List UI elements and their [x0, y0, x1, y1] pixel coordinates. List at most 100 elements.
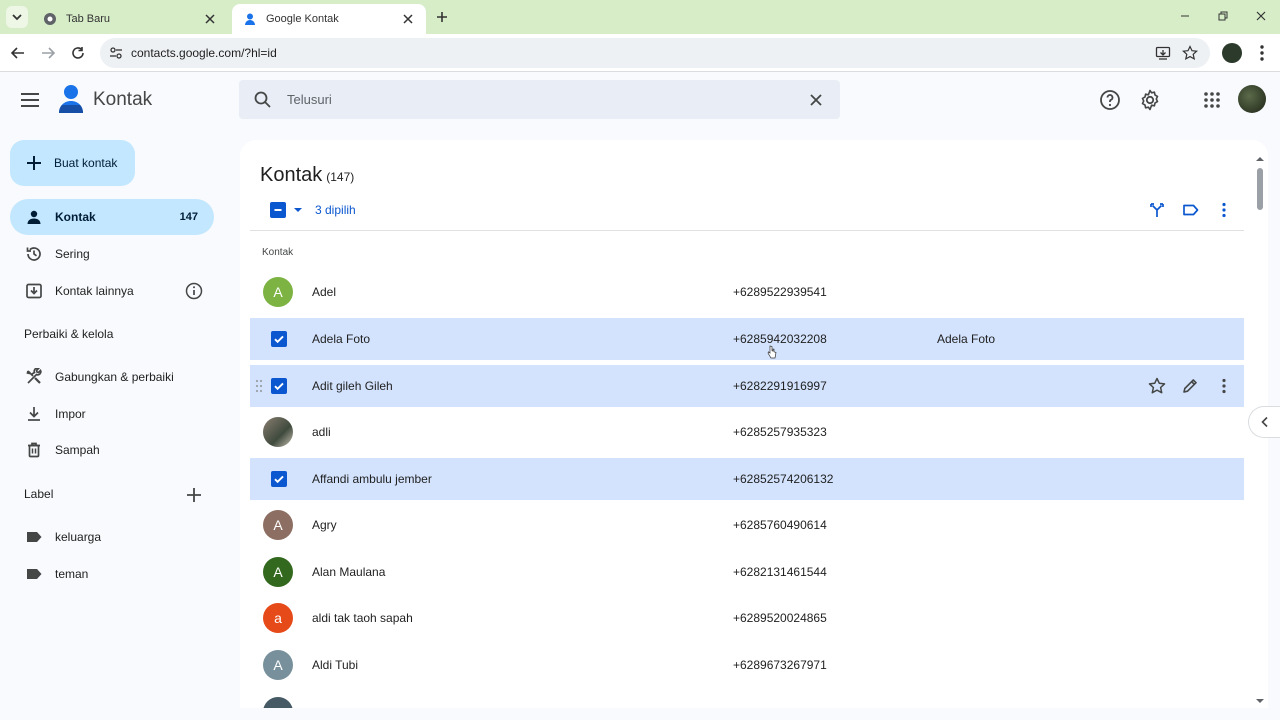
sidebar-item-label: Kontak	[55, 210, 96, 224]
contact-phone: +6285257935323	[733, 425, 827, 439]
close-tab-icon[interactable]	[400, 11, 416, 27]
help-icon[interactable]	[1098, 88, 1122, 112]
minimize-button[interactable]	[1175, 6, 1195, 26]
settings-gear-icon[interactable]	[1138, 88, 1162, 112]
person-icon	[24, 207, 44, 227]
sidebar-item-import[interactable]: Impor	[10, 396, 214, 432]
contacts-logo-icon	[59, 85, 83, 113]
search-icon[interactable]	[253, 90, 273, 110]
row-checkbox[interactable]	[271, 331, 287, 347]
sidebar-item-contacts[interactable]: Kontak 147	[10, 199, 214, 235]
site-settings-icon[interactable]	[108, 45, 124, 61]
label-icon	[24, 564, 44, 584]
sidebar-item-label-keluarga[interactable]: keluarga	[10, 519, 214, 555]
search-bar[interactable]	[239, 80, 840, 119]
contact-company: Adela Foto	[937, 332, 996, 346]
check-icon	[274, 382, 284, 391]
scroll-down-arrow-icon[interactable]	[1255, 696, 1265, 706]
new-tab-button[interactable]	[432, 7, 452, 27]
contact-row[interactable]: A Agry +6285760490614	[250, 504, 1244, 546]
scrollbar-thumb[interactable]	[1257, 168, 1263, 210]
browser-profile-avatar[interactable]	[1222, 43, 1242, 63]
drag-handle-icon[interactable]	[255, 379, 263, 393]
sidebar-item-trash[interactable]: Sampah	[10, 432, 214, 468]
contact-name: Alan Maulana	[312, 565, 386, 579]
star-icon[interactable]	[1147, 376, 1167, 396]
chevron-left-icon	[1260, 416, 1268, 428]
contact-avatar: A	[263, 510, 293, 540]
scroll-up-arrow-icon[interactable]	[1255, 154, 1265, 164]
contact-avatar: A	[263, 650, 293, 680]
selection-dropdown-icon[interactable]	[291, 203, 305, 217]
contact-row[interactable]: A Adel +6289522939541	[250, 271, 1244, 313]
address-bar[interactable]: contacts.google.com/?hl=id	[100, 38, 1210, 68]
check-icon	[274, 335, 284, 344]
contact-row-partial[interactable]	[250, 691, 1244, 708]
page-title-text: Kontak	[260, 164, 323, 186]
back-button[interactable]	[8, 43, 28, 63]
close-tab-icon[interactable]	[202, 11, 218, 27]
contact-name: Adel	[312, 285, 337, 299]
info-icon[interactable]	[184, 281, 204, 301]
more-vert-icon[interactable]	[1214, 200, 1234, 220]
row-checkbox[interactable]	[271, 471, 287, 487]
bookmark-star-icon[interactable]	[1182, 45, 1198, 61]
restore-icon	[1218, 11, 1228, 21]
browser-toolbar: contacts.google.com/?hl=id	[0, 34, 1280, 72]
plus-icon	[437, 12, 447, 22]
forward-button[interactable]	[38, 43, 58, 63]
url-text: contacts.google.com/?hl=id	[131, 46, 277, 60]
manage-labels-icon[interactable]	[1181, 200, 1201, 220]
reload-icon	[72, 47, 84, 59]
contact-row[interactable]: Affandi ambulu jember +62852574206132	[250, 458, 1244, 500]
contact-avatar: a	[263, 603, 293, 633]
apps-grid-icon[interactable]	[1200, 88, 1224, 112]
contact-row[interactable]: a aldi tak taoh sapah +6289520024865	[250, 597, 1244, 639]
clear-search-icon[interactable]	[806, 90, 826, 110]
chevron-down-icon	[12, 14, 22, 21]
select-all-checkbox[interactable]	[270, 202, 286, 218]
sidebar-item-merge-fix[interactable]: Gabungkan & perbaiki	[10, 359, 214, 395]
browser-tab-new[interactable]: Tab Baru	[32, 4, 228, 34]
contacts-total-count: (147)	[326, 170, 355, 184]
more-vert-icon[interactable]	[1214, 376, 1234, 396]
browser-tab-contacts[interactable]: Google Kontak	[232, 4, 426, 34]
hamburger-menu-icon[interactable]	[18, 88, 42, 112]
tab-search-button[interactable]	[6, 6, 28, 28]
manage-section-heading: Perbaiki & kelola	[24, 327, 114, 341]
chrome-icon	[42, 11, 58, 27]
tools-icon	[24, 367, 44, 387]
sidebar-item-label-teman[interactable]: teman	[10, 556, 214, 592]
contact-name: Affandi ambulu jember	[312, 472, 432, 486]
sidebar-item-other-contacts[interactable]: Kontak lainnya	[10, 273, 214, 309]
contact-row[interactable]: A Aldi Tubi +6289673267971	[250, 644, 1244, 686]
restore-button[interactable]	[1213, 6, 1233, 26]
indeterminate-icon	[274, 209, 282, 211]
install-app-icon[interactable]	[1155, 45, 1171, 61]
contact-phone: +62852574206132	[733, 472, 834, 486]
contact-row[interactable]: A Alan Maulana +6282131461544	[250, 551, 1244, 593]
row-checkbox[interactable]	[271, 378, 287, 394]
side-panel-toggle[interactable]	[1248, 406, 1280, 438]
merge-icon[interactable]	[1147, 200, 1167, 220]
contacts-favicon-icon	[242, 11, 258, 27]
edit-pencil-icon[interactable]	[1180, 376, 1200, 396]
reload-button[interactable]	[68, 43, 88, 63]
sidebar-item-label: Impor	[55, 407, 86, 421]
sidebar-item-frequent[interactable]: Sering	[10, 236, 214, 272]
contact-row[interactable]: Adela Foto +6285942032208 Adela Foto	[250, 318, 1244, 360]
list-section-heading: Kontak	[262, 247, 294, 258]
app-title: Kontak	[93, 89, 153, 110]
more-vert-icon[interactable]	[1254, 43, 1270, 63]
sidebar-item-label: teman	[55, 567, 89, 581]
contact-row[interactable]: Adit gileh Gileh +6282291916997	[250, 365, 1244, 407]
close-window-button[interactable]	[1251, 6, 1271, 26]
create-contact-button[interactable]: Buat kontak	[10, 140, 135, 186]
contact-avatar	[263, 697, 293, 708]
account-avatar[interactable]	[1238, 85, 1266, 113]
add-label-icon[interactable]	[184, 485, 204, 505]
import-icon	[24, 404, 44, 424]
contact-row[interactable]: adli +6285257935323	[250, 411, 1244, 453]
plus-icon	[27, 156, 41, 170]
search-input[interactable]	[287, 88, 787, 110]
